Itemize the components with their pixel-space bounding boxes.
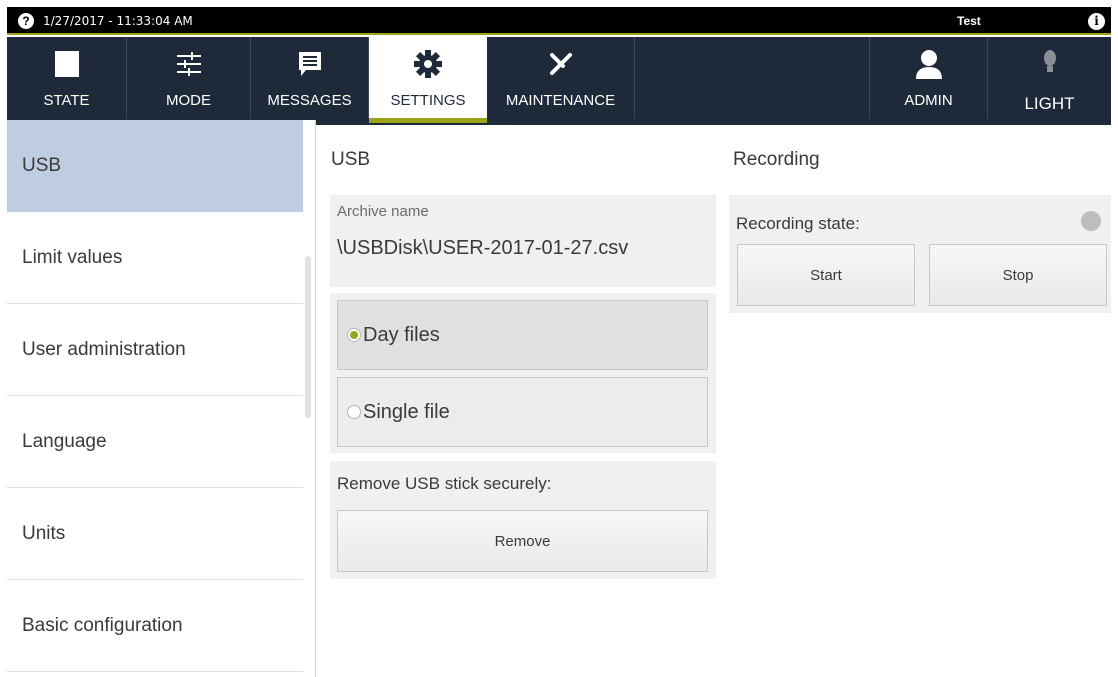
sidebar-item-label: Language xyxy=(22,430,107,452)
stop-button[interactable]: Stop xyxy=(929,244,1107,306)
bulb-icon xyxy=(988,49,1111,79)
remove-usb-label: Remove USB stick securely: xyxy=(337,474,552,493)
sidebar-item-language[interactable]: Language xyxy=(7,396,303,488)
single-file-option[interactable]: Single file xyxy=(337,377,708,447)
remove-usb-panel: Remove USB stick securely: Remove xyxy=(330,461,716,579)
sidebar-item-label: Basic configuration xyxy=(22,614,183,636)
recording-state-indicator xyxy=(1081,211,1101,231)
radio-selected-icon xyxy=(347,328,361,342)
recording-state-label: Recording state: xyxy=(736,214,860,233)
info-icon[interactable]: i xyxy=(1088,13,1105,30)
start-button[interactable]: Start xyxy=(737,244,915,306)
day-files-label: Day files xyxy=(363,323,440,346)
nav-messages[interactable]: MESSAGES xyxy=(251,37,369,119)
day-files-option[interactable]: Day files xyxy=(337,300,708,370)
file-mode-panel: Day files Single file xyxy=(330,293,716,453)
nav-light[interactable]: LIGHT xyxy=(987,37,1111,119)
sidebar-item-label: User administration xyxy=(22,338,186,360)
radio-unselected-icon xyxy=(347,405,361,419)
nav-settings[interactable]: SETTINGS xyxy=(369,37,487,123)
nav-maintenance[interactable]: MAINTENANCE xyxy=(487,37,635,119)
sliders-icon xyxy=(127,49,250,79)
remove-button[interactable]: Remove xyxy=(337,510,708,572)
user-icon xyxy=(870,49,987,79)
nav-state-label: STATE xyxy=(43,92,90,109)
sidebar-scrollbar[interactable] xyxy=(305,256,311,418)
sidebar-item-limit-values[interactable]: Limit values xyxy=(7,212,303,304)
nav-messages-label: MESSAGES xyxy=(267,92,352,109)
sidebar-item-label: Limit values xyxy=(22,246,123,268)
app-window: ? 1/27/2017 - 11:33:04 AM Test i STATE M… xyxy=(7,7,1111,677)
sidebar-item-units[interactable]: Units xyxy=(7,488,303,580)
sidebar-item-basic-configuration[interactable]: Basic configuration xyxy=(7,580,303,672)
sidebar-item-label: Units xyxy=(22,522,66,544)
nav-admin-label: ADMIN xyxy=(904,92,953,109)
archive-panel: Archive name \USBDisk\USER-2017-01-27.cs… xyxy=(330,195,716,287)
status-bar: ? 1/27/2017 - 11:33:04 AM Test i xyxy=(7,7,1111,35)
nav-maintenance-label: MAINTENANCE xyxy=(505,92,616,109)
tools-icon xyxy=(487,49,634,79)
square-icon xyxy=(7,49,126,79)
usb-section-title: USB xyxy=(331,149,371,170)
message-icon xyxy=(251,49,368,79)
recording-section-title: Recording xyxy=(733,149,820,170)
datetime-label: 1/27/2017 - 11:33:04 AM xyxy=(43,14,193,28)
nav-settings-label: SETTINGS xyxy=(390,92,466,109)
single-file-label: Single file xyxy=(363,400,450,423)
nav-light-label: LIGHT xyxy=(1024,94,1075,113)
nav-mode-label: MODE xyxy=(166,92,211,109)
help-icon[interactable]: ? xyxy=(18,13,34,29)
sidebar-item-label: USB xyxy=(22,154,62,176)
settings-sidebar: USB Limit values User administration Lan… xyxy=(7,120,316,677)
archive-name-value: \USBDisk\USER-2017-01-27.csv xyxy=(337,237,629,259)
archive-name-label: Archive name xyxy=(337,203,429,220)
gear-icon xyxy=(369,49,487,79)
recording-panel: Recording state: Start Stop xyxy=(729,195,1111,313)
main-nav: STATE MODE MESSAGES SETTINGS MAINTENANCE… xyxy=(7,37,1111,125)
sidebar-item-usb[interactable]: USB xyxy=(7,120,303,212)
current-user-label: Test xyxy=(957,14,981,28)
nav-mode[interactable]: MODE xyxy=(127,37,251,119)
active-tab-indicator xyxy=(369,118,487,123)
sidebar-item-user-administration[interactable]: User administration xyxy=(7,304,303,396)
nav-state[interactable]: STATE xyxy=(7,37,127,119)
nav-admin[interactable]: ADMIN xyxy=(869,37,987,119)
